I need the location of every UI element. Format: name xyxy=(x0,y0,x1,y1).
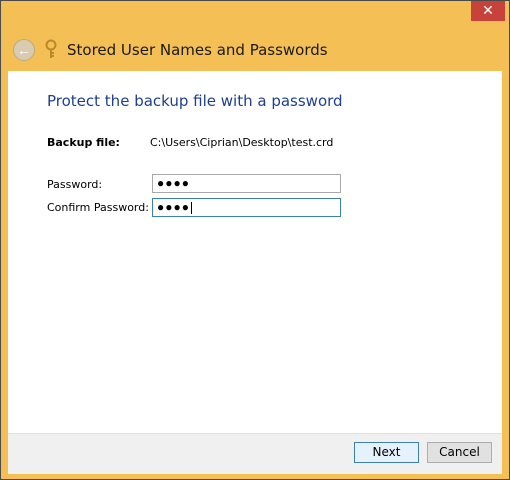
password-label: Password: xyxy=(47,178,103,191)
footer-bar: Next Cancel xyxy=(8,433,502,474)
confirm-password-label: Confirm Password: xyxy=(47,201,149,214)
cancel-button[interactable]: Cancel xyxy=(427,442,492,463)
password-field[interactable]: ●●●● xyxy=(152,174,341,193)
window-title: Stored User Names and Passwords xyxy=(67,41,328,59)
backup-file-path: C:\Users\Ciprian\Desktop\test.crd xyxy=(150,136,334,149)
back-button[interactable]: ← xyxy=(13,39,35,61)
text-caret xyxy=(191,201,192,214)
backup-file-label: Backup file: xyxy=(47,136,120,149)
close-button[interactable]: ✕ xyxy=(471,1,505,21)
content-panel: Protect the backup file with a password … xyxy=(8,71,502,433)
close-icon: ✕ xyxy=(482,2,494,18)
password-value: ●●●● xyxy=(157,176,190,190)
confirm-password-value: ●●●● xyxy=(157,200,190,214)
dialog-window: ✕ ← Stored User Names and Passwords Prot… xyxy=(0,0,510,480)
key-icon xyxy=(45,39,57,58)
next-button[interactable]: Next xyxy=(354,442,419,463)
confirm-password-field[interactable]: ●●●● xyxy=(152,198,341,217)
page-heading: Protect the backup file with a password xyxy=(47,92,343,110)
back-arrow-icon: ← xyxy=(17,42,31,58)
